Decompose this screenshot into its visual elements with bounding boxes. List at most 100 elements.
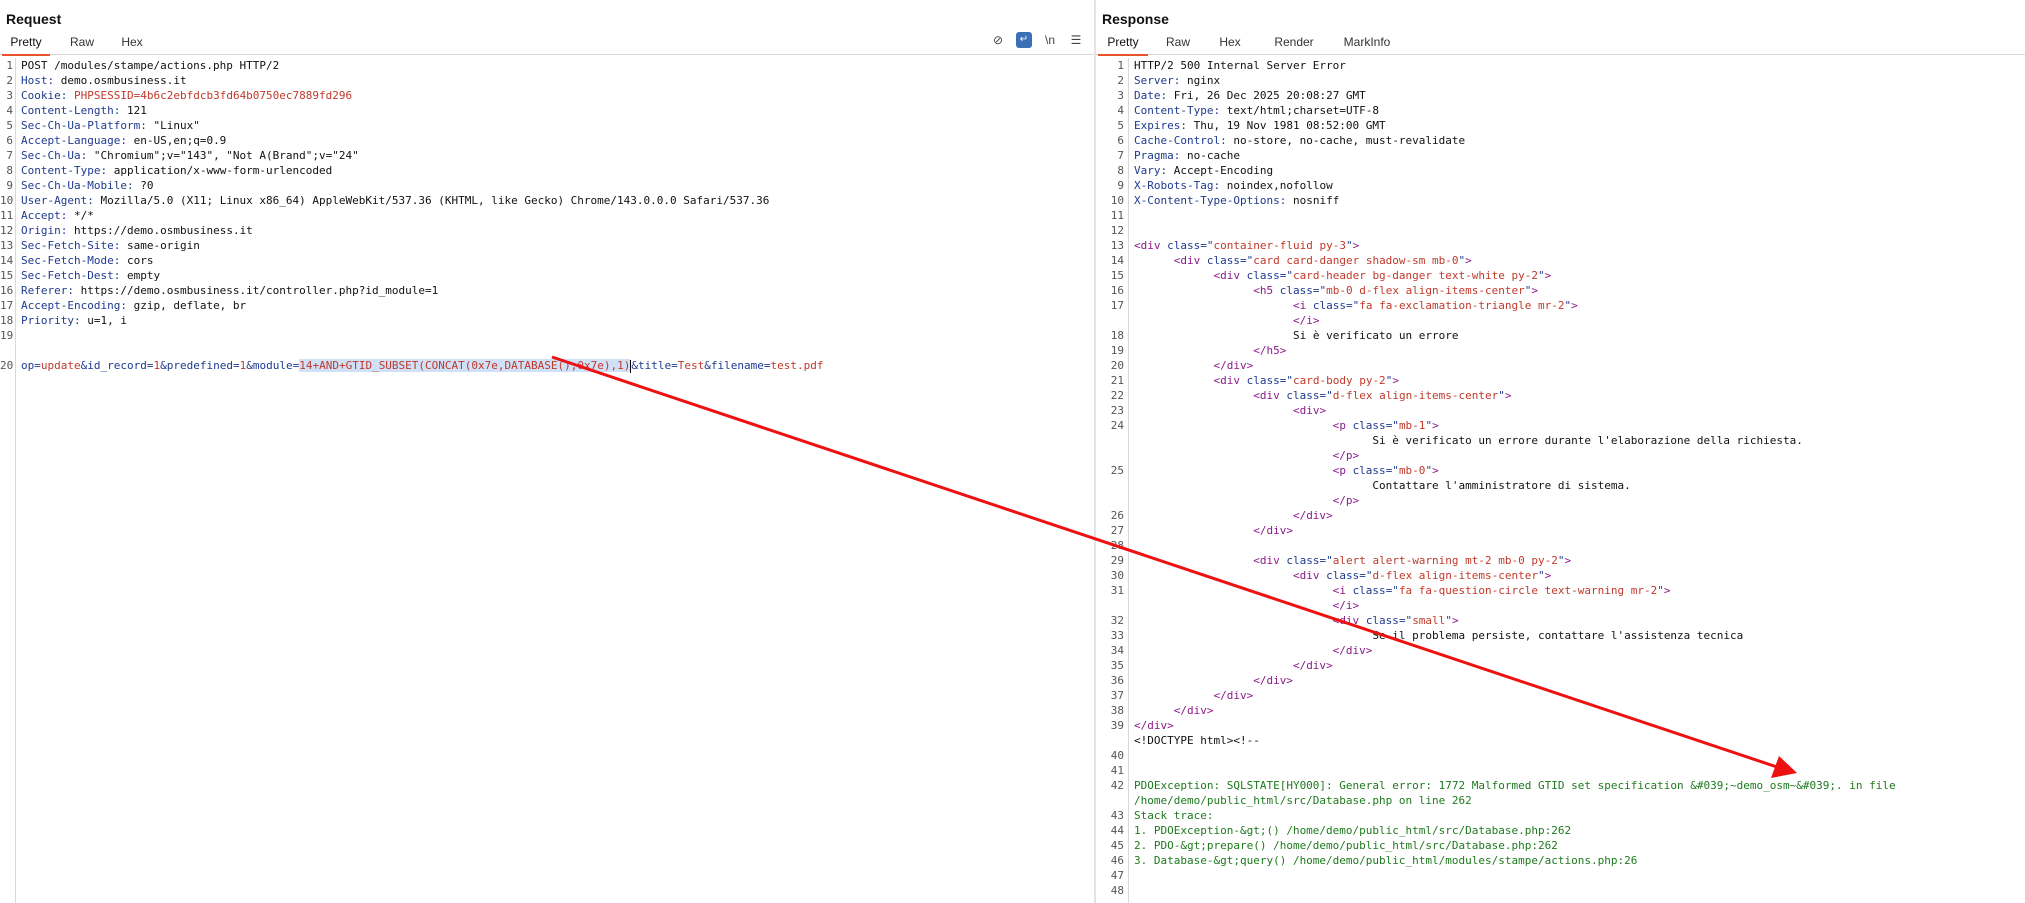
syntax-punct: :	[1160, 89, 1174, 102]
header-name: Pragma	[1134, 149, 1174, 162]
request-tab-hex[interactable]: Hex	[112, 35, 152, 54]
header-value: https://demo.osmbusiness.it	[74, 224, 253, 237]
header-name: Referer	[21, 284, 68, 297]
line-content: <div class="d-flex align-items-center">	[1134, 568, 1551, 583]
syntax-punct: >	[1326, 659, 1333, 672]
response-line: 47	[1096, 868, 2025, 883]
response-line: 23 <div>	[1096, 403, 2025, 418]
newline-icon[interactable]: \n	[1042, 32, 1058, 48]
header-name: Expires	[1134, 119, 1181, 132]
request-editor[interactable]: 1 POST /modules/stampe/actions.php HTTP/2…	[0, 58, 1094, 903]
line-content: op=update&id_record=1&predefined=1&modul…	[21, 358, 823, 373]
header-value: "Chromium";v="143", "Not A(Brand";v="24"	[93, 149, 359, 162]
line-number: 4	[6, 104, 13, 117]
response-line: 37 </div>	[1096, 688, 2025, 703]
line-number: 12	[1110, 224, 1124, 237]
syntax-punct: >	[1564, 554, 1572, 567]
syntax-punct: >	[1352, 599, 1360, 612]
line-content: </div>	[1134, 358, 1253, 373]
request-line: 10 User-Agent: Mozilla/5.0 (X11; Linux x8…	[0, 193, 1094, 208]
response-line: 15 <div class="card-header bg-danger tex…	[1096, 268, 2025, 283]
response-tab-pretty[interactable]: Pretty	[1098, 35, 1148, 56]
response-line: 45 2. PDO-&gt;prepare() /home/demo/public…	[1096, 838, 2025, 853]
line-number: 26	[1110, 509, 1124, 522]
syntax-punct	[1306, 299, 1313, 312]
line-number: 40	[1110, 749, 1124, 762]
syntax-punct: ="	[1398, 614, 1413, 627]
syntax-punct: &	[160, 359, 167, 372]
request-tab-pretty[interactable]: Pretty	[2, 35, 50, 56]
menu-icon[interactable]: ☰	[1068, 32, 1084, 48]
html-tag-name: div	[1259, 389, 1280, 402]
syntax-punct: "	[1657, 584, 1664, 597]
line-number: 9	[1117, 179, 1124, 192]
line-content: Sec-Ch-Ua-Platform: "Linux"	[21, 118, 200, 133]
header-name: Sec-Fetch-Mode	[21, 254, 114, 267]
header-value: "Linux"	[153, 119, 200, 132]
line-content: Cache-Control: no-store, no-cache, must-…	[1134, 133, 1465, 148]
header-name: Sec-Ch-Ua	[21, 149, 81, 162]
eye-slash-icon[interactable]: ⊘	[990, 32, 1006, 48]
response-tab-markinfo[interactable]: MarkInfo	[1334, 35, 1400, 54]
line-content: Sec-Ch-Ua-Mobile: ?0	[21, 178, 153, 193]
line-number: 35	[1110, 659, 1124, 672]
syntax-punct: </	[1134, 524, 1267, 537]
selected-payload[interactable]: 14+AND+GTID_SUBSET(CONCAT(0x7e,DATABASE(…	[299, 359, 631, 372]
line-number: 7	[1117, 149, 1124, 162]
error-message: 2. PDO-&gt;prepare() /home/demo/public_h…	[1134, 839, 1558, 852]
syntax-punct: =	[34, 359, 41, 372]
html-attr-name: class	[1326, 569, 1360, 582]
response-tab-render[interactable]: Render	[1266, 35, 1322, 54]
header-value: u=1, i	[87, 314, 127, 327]
response-tab-hex[interactable]: Hex	[1210, 35, 1250, 54]
response-line: 30 <div class="d-flex align-items-center…	[1096, 568, 2025, 583]
header-value: cors	[126, 254, 154, 267]
response-line: 16 <h5 class="mb-0 d-flex align-items-ce…	[1096, 283, 2025, 298]
request-tabs: Pretty Raw Hex	[0, 32, 1094, 56]
word-wrap-icon[interactable]: ↵	[1016, 32, 1032, 48]
line-number: 29	[1110, 554, 1124, 567]
response-line: 24 <p class="mb-1">	[1096, 418, 2025, 433]
html-attr-value: card-header bg-danger text-white py-2	[1292, 269, 1539, 282]
response-text: <!DOCTYPE html><!--	[1134, 734, 1260, 747]
line-content: <p class="mb-0">	[1134, 463, 1439, 478]
header-name: Priority	[21, 314, 74, 327]
response-editor[interactable]: 1 HTTP/2 500 Internal Server Error 2 Server…	[1096, 58, 2025, 903]
param-name: title	[637, 359, 672, 372]
syntax-punct: </	[1134, 674, 1267, 687]
syntax-punct: <	[1134, 299, 1300, 312]
syntax-punct: "	[1345, 239, 1353, 252]
error-message: PDOException: SQLSTATE[HY000]: General e…	[1134, 779, 1896, 792]
line-number: 8	[6, 164, 13, 177]
line-number: 43	[1110, 809, 1124, 822]
line-number: 8	[1117, 164, 1124, 177]
line-content: </div>	[1134, 508, 1333, 523]
response-line: 18 Si è verificato un errore	[1096, 328, 2025, 343]
line-number: 13	[0, 239, 14, 252]
html-attr-value: d-flex align-items-center	[1372, 569, 1539, 582]
line-number: 9	[6, 179, 13, 192]
line-number: 16	[1110, 284, 1124, 297]
syntax-punct: <	[1134, 284, 1260, 297]
line-content: Content-Length: 121	[21, 103, 147, 118]
response-line: 7 Pragma: no-cache	[1096, 148, 2025, 163]
param-value: Test	[677, 359, 705, 372]
html-tag-name: div	[1259, 554, 1280, 567]
syntax-punct: >	[1352, 239, 1360, 252]
header-name: Sec-Fetch-Dest	[21, 269, 114, 282]
line-content: Server: nginx	[1134, 73, 1220, 88]
response-tab-raw[interactable]: Raw	[1158, 35, 1198, 54]
request-line: 9 Sec-Ch-Ua-Mobile: ?0	[0, 178, 1094, 193]
line-number: 6	[1117, 134, 1124, 147]
line-number: 14	[0, 254, 14, 267]
line-content: <div class="card card-danger shadow-sm m…	[1134, 253, 1472, 268]
syntax-punct: &	[704, 359, 711, 372]
response-line: 6 Cache-Control: no-store, no-cache, must…	[1096, 133, 2025, 148]
line-number: 17	[0, 299, 14, 312]
param-value: update	[40, 359, 81, 372]
header-value: empty	[126, 269, 161, 282]
request-line: 2 Host: demo.osmbusiness.it	[0, 73, 1094, 88]
request-tab-raw[interactable]: Raw	[62, 35, 102, 54]
html-attr-value: card-body py-2	[1292, 374, 1386, 387]
syntax-punct: "	[1538, 269, 1545, 282]
